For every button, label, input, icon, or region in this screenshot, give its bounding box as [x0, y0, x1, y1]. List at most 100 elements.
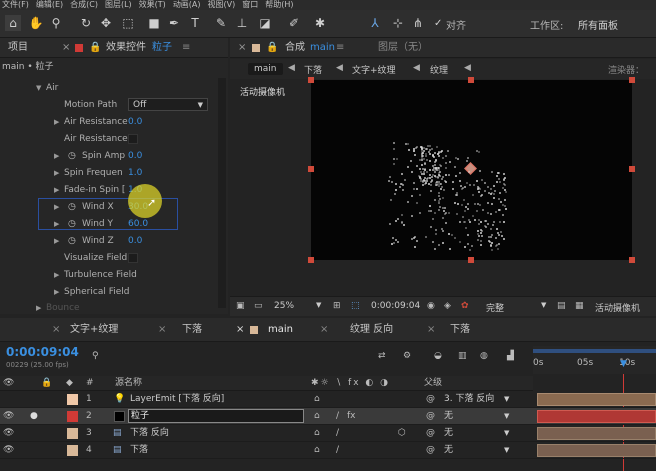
world-axis-icon[interactable]: ⊹ [390, 15, 406, 31]
layer-row[interactable]: 1 💡 LayerEmit [下落 反向] ⌂ @ 3. 下落 反向 ▼ [0, 391, 656, 408]
timeline-tab-texture-reverse[interactable]: 纹理 反向 [350, 318, 393, 342]
close-icon[interactable]: × [236, 318, 244, 342]
air-group-row[interactable]: ▼ Air [0, 80, 228, 96]
expand-triangle-icon[interactable]: ▶ [54, 148, 59, 164]
pan-behind-icon[interactable]: ⬚ [120, 15, 136, 31]
stopwatch-icon[interactable]: ◷ [68, 233, 76, 249]
3d-layer-icon[interactable]: ⬡ [398, 425, 406, 442]
layer-name-input[interactable]: 粒子 [128, 409, 304, 423]
stopwatch-icon[interactable]: ◷ [68, 199, 76, 215]
expand-triangle-icon[interactable]: ▶ [54, 182, 59, 198]
visibility-eye-icon[interactable]: 👁 [3, 425, 14, 442]
composition-canvas[interactable] [308, 77, 635, 263]
snapshot-camera-icon[interactable]: ◉ [427, 301, 435, 311]
layer-label-color[interactable] [67, 445, 78, 456]
chevron-down-icon[interactable]: ▼ [504, 408, 509, 425]
emitter-anchor-icon[interactable] [464, 162, 477, 175]
visibility-eye-icon[interactable]: 👁 [3, 442, 14, 459]
timeline-tab-fall-2[interactable]: 下落 [450, 318, 470, 342]
time-ruler[interactable]: 0s 05s 10s ▼ [533, 346, 656, 374]
spin-frequency-value[interactable]: 1.0 [128, 165, 142, 181]
monitor-icon[interactable]: ▭ [254, 301, 263, 311]
fx-switch-icon[interactable]: fx [347, 408, 356, 425]
wind-y-value[interactable]: 60.0 [128, 216, 148, 232]
quality-switch-icon[interactable]: ∕ [336, 425, 339, 442]
spherical-field-row[interactable]: ▶ Spherical Field [0, 284, 228, 300]
shy-switch-icon[interactable]: ⌂ [314, 408, 320, 425]
zoom-value[interactable]: 25% [274, 301, 294, 311]
chevron-down-icon[interactable]: ▼ [504, 425, 509, 442]
air-resistance-checkbox[interactable] [128, 134, 138, 144]
layer-name[interactable]: 下落 [130, 442, 148, 459]
menu-edit[interactable]: 编辑(E) [36, 0, 63, 10]
roto-brush-icon[interactable]: ✐ [286, 15, 302, 31]
quality-switch-icon[interactable]: ∕ [336, 442, 339, 459]
timeline-tab-text-texture[interactable]: 文字+纹理 [70, 318, 118, 342]
timeline-tab-fall[interactable]: 下落 [182, 318, 202, 342]
layer-label-color[interactable] [67, 411, 78, 422]
layer-track-bar[interactable] [537, 393, 656, 406]
bounding-handle[interactable] [629, 77, 635, 83]
graph-editor-icon[interactable]: ▟ [507, 351, 514, 361]
shy-switch-icon[interactable]: ⌂ [314, 425, 320, 442]
layer-row[interactable]: 👁 ● 2 粒子 ⌂ ∕ fx @ 无 ▼ [0, 408, 656, 425]
eraser-tool-icon[interactable]: ◪ [257, 15, 273, 31]
show-snapshot-icon[interactable]: ◈ [444, 301, 451, 311]
expand-triangle-icon[interactable]: ▶ [54, 216, 59, 232]
menu-animation[interactable]: 动画(A) [173, 0, 201, 10]
chevron-down-icon[interactable]: ▼ [541, 301, 546, 309]
camera-select[interactable]: 活动摄像机 [595, 301, 640, 314]
bounding-handle[interactable] [629, 257, 635, 263]
pen-tool-icon[interactable]: ✒ [166, 15, 182, 31]
menu-view[interactable]: 视图(V) [208, 0, 236, 10]
menu-effect[interactable]: 效果(T) [139, 0, 166, 10]
expand-triangle-icon[interactable]: ▶ [54, 114, 59, 130]
tab-layer[interactable]: 图层（无） [378, 38, 428, 58]
puppet-pin-icon[interactable]: ✱ [312, 15, 328, 31]
close-icon[interactable]: × [158, 318, 166, 342]
workspace-select[interactable]: 所有面板 [578, 17, 618, 32]
tab-effect-controls[interactable]: 效果控件 [106, 38, 146, 58]
source-name-column[interactable]: 源名称 [115, 376, 142, 391]
expand-triangle-icon[interactable]: ▶ [54, 165, 59, 181]
parent-select[interactable]: 无 [444, 442, 453, 459]
bounding-handle[interactable] [468, 257, 474, 263]
parent-select[interactable]: 3. 下落 反向 [444, 391, 494, 408]
visualize-field-checkbox[interactable] [128, 253, 138, 263]
color-channels-icon[interactable]: ✿ [461, 301, 469, 311]
chevron-down-icon[interactable]: ▼ [316, 301, 321, 309]
expand-triangle-icon[interactable]: ▶ [54, 199, 59, 215]
bounding-handle[interactable] [629, 166, 635, 172]
parent-select[interactable]: 无 [444, 408, 453, 425]
brush-tool-icon[interactable]: ✎ [213, 15, 229, 31]
tab-project[interactable]: 项目 [8, 38, 28, 58]
chevron-down-icon[interactable]: ▼ [504, 391, 509, 408]
bounding-handle[interactable] [308, 257, 314, 263]
wind-z-value[interactable]: 0.0 [128, 233, 142, 249]
expand-triangle-icon[interactable]: ▶ [36, 300, 41, 316]
axis-mode-icon[interactable]: ⅄ [367, 15, 383, 31]
frame-blending-icon[interactable]: ▥ [458, 351, 467, 361]
close-icon[interactable]: × [52, 318, 60, 342]
hand-tool-icon[interactable]: ✋ [28, 15, 44, 31]
stopwatch-icon[interactable]: ◷ [68, 148, 76, 164]
layer-track-bar[interactable] [537, 444, 656, 457]
expand-triangle-icon[interactable]: ▶ [54, 267, 59, 283]
expand-triangle-icon[interactable]: ▶ [54, 233, 59, 249]
home-icon[interactable]: ⌂ [5, 15, 21, 31]
menu-composition[interactable]: 合成(C) [70, 0, 98, 10]
layer-track-bar[interactable] [537, 427, 656, 440]
chevron-down-icon[interactable]: ▼ [504, 442, 509, 459]
layer-name[interactable]: LayerEmit [下落 反向] [130, 391, 224, 408]
panel-menu-icon[interactable]: ≡ [336, 38, 344, 58]
layer-row[interactable]: 👁 3 ▤ 下落 反向 ⌂ ∕ ⬡ @ 无 ▼ [0, 425, 656, 442]
panel-menu-icon[interactable]: ≡ [182, 38, 190, 58]
clone-stamp-icon[interactable]: ⊥ [234, 15, 250, 31]
air-resistance-value[interactable]: 0.0 [128, 114, 142, 130]
bounding-handle[interactable] [468, 77, 474, 83]
pickwhip-icon[interactable]: @ [426, 425, 435, 442]
shy-switch-icon[interactable]: ⌂ [314, 391, 320, 408]
playhead-icon[interactable]: ▼ [620, 359, 627, 369]
fast-previews-icon[interactable]: ▤ [557, 301, 566, 311]
snap-checkbox[interactable]: ✓ [434, 18, 442, 29]
